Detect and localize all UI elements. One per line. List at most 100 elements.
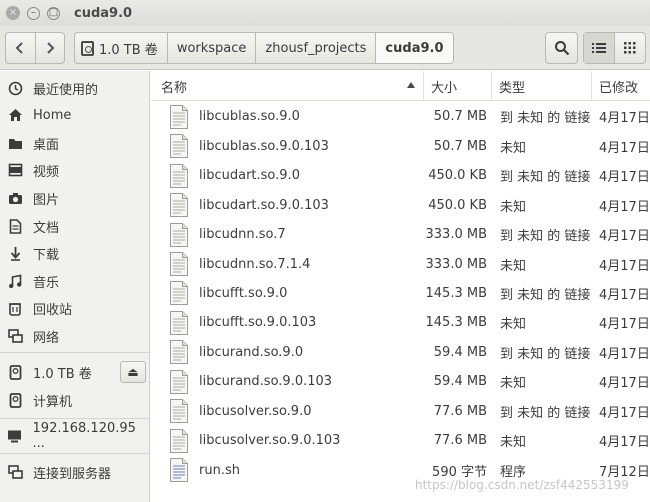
file-row[interactable]: libcurand.so.9.0 59.4 MB 到 未知 的 链接 4月17日: [151, 338, 650, 368]
file-size: 450.0 KB: [428, 197, 487, 213]
file-row[interactable]: libcublas.so.9.0 50.7 MB 到 未知 的 链接 4月17日: [151, 102, 650, 132]
sidebar-item-volume[interactable]: 1.0 TB 卷 ⏏: [0, 359, 149, 385]
file-name-cell: libcudnn.so.7.1.4: [151, 251, 424, 277]
video-icon: [7, 162, 23, 178]
toolbar: 1.0 TB 卷 workspace zhousf_projects cuda9…: [0, 26, 650, 70]
file-modified: 4月17日: [599, 199, 650, 215]
text-file-icon: [170, 281, 188, 306]
file-name-cell: libcufft.so.9.0.103: [151, 310, 424, 336]
sidebar-item-label: 计算机: [33, 394, 73, 410]
sidebar-item-desktop[interactable]: 桌面: [0, 130, 149, 156]
column-header-name[interactable]: 名称: [151, 71, 424, 101]
file-row[interactable]: libcudnn.so.7 333.0 MB 到 未知 的 链接 4月17日: [151, 220, 650, 250]
file-name-cell: libcusolver.so.9.0: [151, 398, 424, 424]
file-type: 到 未知 的 链接: [500, 346, 591, 362]
column-header-size[interactable]: 大小: [424, 71, 492, 101]
list-view-button[interactable]: [584, 33, 614, 63]
file-name-cell: libcublas.so.9.0: [151, 104, 424, 130]
sidebar-item-trash[interactable]: 回收站: [0, 295, 149, 321]
file-size: 590 字节: [432, 464, 487, 480]
minimize-icon[interactable]: –: [27, 6, 40, 20]
file-name-cell: libcurand.so.9.0.103: [151, 369, 424, 395]
sidebar-item-recent[interactable]: 最近使用的: [0, 75, 149, 101]
file-name: libcublas.so.9.0.103: [199, 138, 329, 154]
file-type: 到 未知 的 链接: [500, 111, 591, 127]
history-nav: [5, 32, 65, 64]
file-type: 未知: [500, 376, 527, 392]
file-name: libcusolver.so.9.0.103: [199, 433, 341, 449]
file-name: libcurand.so.9.0: [199, 344, 304, 360]
chevron-left-icon: [15, 42, 23, 54]
file-name-cell: libcublas.so.9.0.103: [151, 133, 424, 159]
forward-button[interactable]: [34, 33, 65, 63]
monitor-icon: [7, 428, 23, 444]
sidebar-item-computer[interactable]: 计算机: [0, 387, 149, 413]
breadcrumb: 1.0 TB 卷 workspace zhousf_projects cuda9…: [74, 32, 454, 64]
file-name-cell: libcudart.so.9.0.103: [151, 192, 424, 218]
file-row[interactable]: libcufft.so.9.0.103 145.3 MB 未知 4月17日: [151, 308, 650, 338]
sidebar-item-downloads[interactable]: 下载: [0, 240, 149, 266]
file-size: 450.0 KB: [428, 168, 487, 184]
file-row[interactable]: libcudart.so.9.0 450.0 KB 到 未知 的 链接 4月17日: [151, 161, 650, 191]
column-header-row: 名称 大小 类型 已修改: [151, 71, 650, 101]
breadcrumb-label: 1.0 TB 卷: [99, 42, 158, 58]
breadcrumb-workspace[interactable]: workspace: [166, 33, 256, 63]
file-name: libcurand.so.9.0.103: [199, 374, 333, 390]
search-button[interactable]: [545, 32, 578, 64]
close-icon[interactable]: ×: [6, 6, 20, 20]
text-file-icon: [170, 369, 188, 394]
chevron-right-icon: [47, 42, 55, 54]
back-button[interactable]: [6, 33, 35, 63]
file-name: libcudart.so.9.0.103: [199, 197, 329, 213]
file-name-cell: libcudnn.so.7: [151, 222, 424, 248]
grid-view-button[interactable]: [614, 33, 645, 63]
file-name: libcufft.so.9.0.103: [199, 315, 317, 331]
file-row[interactable]: libcusolver.so.9.0.103 77.6 MB 未知 4月17日: [151, 426, 650, 456]
breadcrumb-cuda9[interactable]: cuda9.0: [375, 33, 453, 63]
drive-icon: [81, 40, 94, 56]
file-row[interactable]: libcudart.so.9.0.103 450.0 KB 未知 4月17日: [151, 190, 650, 220]
sidebar-divider: [0, 453, 149, 454]
sidebar-item-music[interactable]: 音乐: [0, 268, 149, 294]
file-name: libcudnn.so.7.1.4: [199, 256, 311, 272]
sidebar-item-label: 1.0 TB 卷: [33, 366, 92, 382]
sidebar-item-home[interactable]: Home: [0, 102, 149, 128]
file-type: 到 未知 的 链接: [500, 287, 591, 303]
home-icon: [7, 107, 23, 123]
file-name: run.sh: [199, 462, 240, 478]
sidebar-item-videos[interactable]: 视频: [0, 157, 149, 183]
script-file-icon: [170, 458, 188, 483]
sidebar-item-label: 网络: [33, 330, 60, 346]
file-modified: 4月17日: [599, 346, 650, 362]
file-row[interactable]: libcusolver.so.9.0 77.6 MB 到 未知 的 链接 4月17日: [151, 397, 650, 427]
breadcrumb-volume[interactable]: 1.0 TB 卷: [75, 33, 167, 63]
column-header-modified[interactable]: 已修改: [592, 71, 650, 101]
file-row[interactable]: libcudnn.so.7.1.4 333.0 MB 未知 4月17日: [151, 249, 650, 279]
sidebar-item-documents[interactable]: 文档: [0, 213, 149, 239]
file-modified: 4月17日: [599, 258, 650, 274]
file-modified: 4月17日: [599, 111, 650, 127]
eject-icon: ⏏: [127, 365, 139, 379]
sidebar-item-network[interactable]: 网络: [0, 323, 149, 349]
file-size: 145.3 MB: [425, 285, 487, 301]
breadcrumb-zhousf-projects[interactable]: zhousf_projects: [255, 33, 375, 63]
sidebar-item-pictures[interactable]: 图片: [0, 185, 149, 211]
sidebar-item-remote-host[interactable]: 192.168.120.95 ...: [0, 421, 149, 451]
title-bar: × – □ cuda9.0: [0, 0, 650, 26]
watermark: https://blog.csdn.net/zsf442553199: [415, 478, 629, 492]
column-header-type[interactable]: 类型: [492, 71, 592, 101]
text-file-icon: [170, 252, 188, 276]
connect-server-icon: [7, 464, 23, 480]
list-view-icon: [592, 43, 606, 53]
sidebar-item-label: 下载: [33, 247, 60, 263]
sidebar-item-connect-server[interactable]: 连接到服务器: [0, 459, 149, 485]
maximize-icon[interactable]: □: [47, 6, 60, 20]
eject-button[interactable]: ⏏: [120, 361, 146, 383]
file-name-cell: libcudart.so.9.0: [151, 163, 424, 189]
file-modified: 4月17日: [599, 229, 650, 245]
sidebar-item-label: 图片: [33, 192, 60, 208]
file-row[interactable]: libcublas.so.9.0.103 50.7 MB 未知 4月17日: [151, 131, 650, 161]
file-row[interactable]: libcurand.so.9.0.103 59.4 MB 未知 4月17日: [151, 367, 650, 397]
file-size: 333.0 MB: [425, 256, 487, 272]
file-row[interactable]: libcufft.so.9.0 145.3 MB 到 未知 的 链接 4月17日: [151, 279, 650, 309]
